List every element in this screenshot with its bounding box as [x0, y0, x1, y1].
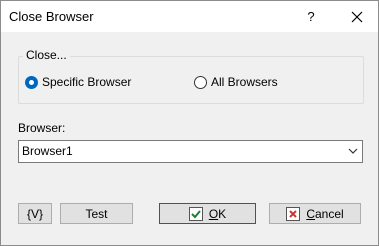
- browser-field-label: Browser:: [18, 121, 66, 135]
- radio-label-specific-browser: Specific Browser: [42, 75, 132, 89]
- checkmark-icon: [188, 206, 203, 221]
- variable-button[interactable]: {V}: [18, 203, 52, 224]
- variable-button-label: {V}: [26, 206, 44, 221]
- chevron-down-icon: [348, 145, 358, 159]
- radio-label-all-browsers: All Browsers: [211, 75, 278, 89]
- test-button[interactable]: Test: [60, 203, 133, 224]
- close-icon: [351, 11, 362, 22]
- close-group-legend: Close...: [23, 48, 70, 62]
- title-bar: Close Browser ?: [1, 1, 378, 32]
- close-window-button[interactable]: [335, 1, 378, 32]
- radio-specific-browser[interactable]: Specific Browser: [25, 75, 131, 89]
- ok-button[interactable]: OK: [159, 203, 256, 224]
- radio-selected-icon: [25, 75, 38, 89]
- help-button[interactable]: ?: [295, 1, 327, 32]
- cancel-button[interactable]: Cancel: [269, 203, 361, 224]
- test-button-label: Test: [85, 206, 108, 221]
- browser-select-value: Browser1: [22, 144, 73, 158]
- cancel-x-icon: [286, 206, 301, 221]
- ok-button-label: OK: [208, 206, 227, 221]
- dialog-window: Close Browser ? Close... Specific Browse…: [0, 0, 379, 246]
- radio-all-browsers[interactable]: All Browsers: [194, 75, 278, 89]
- window-title: Close Browser: [9, 9, 94, 24]
- cancel-button-label: Cancel: [306, 206, 344, 221]
- browser-select[interactable]: Browser1: [18, 140, 363, 163]
- radio-unselected-icon: [194, 75, 207, 89]
